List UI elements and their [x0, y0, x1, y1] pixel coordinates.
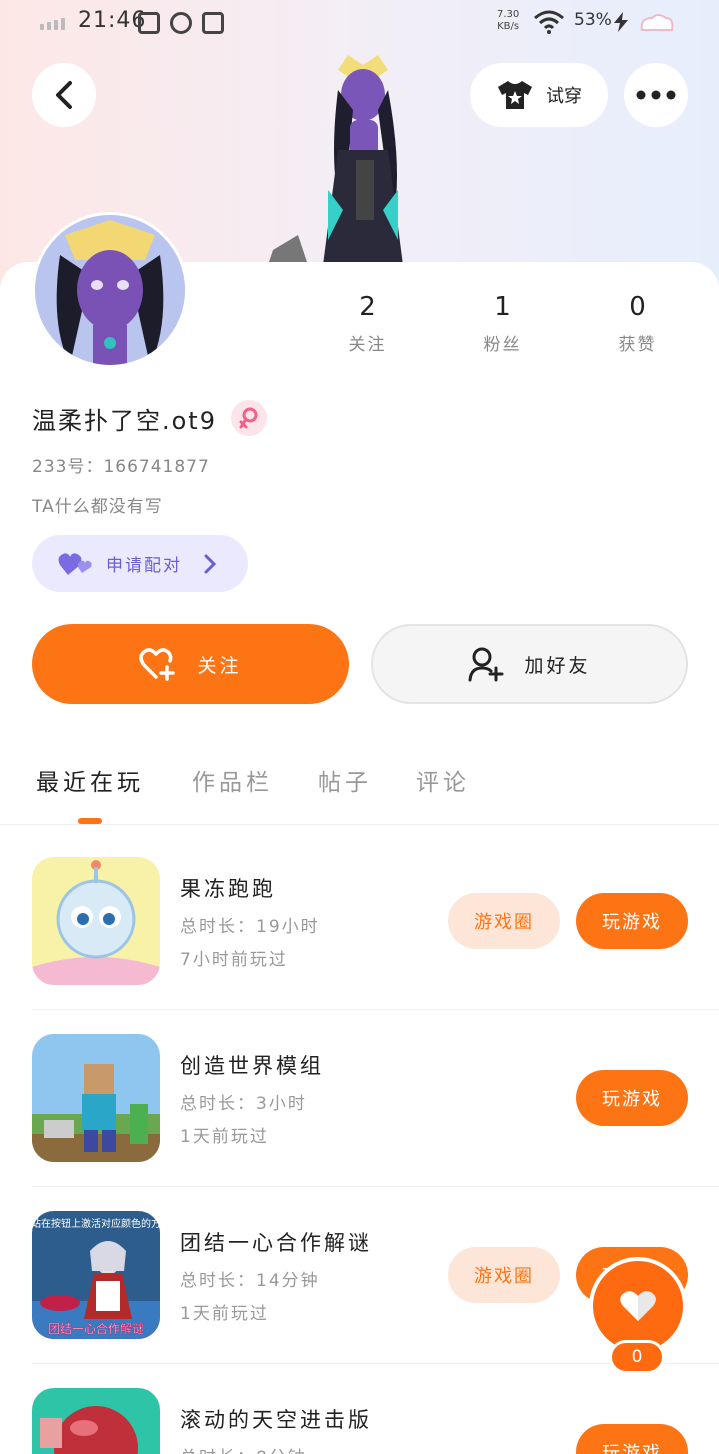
stat-value: 0 [629, 292, 646, 322]
notification-icons [138, 12, 224, 34]
stat-label: 粉丝 [483, 335, 522, 355]
tab-comments[interactable]: 评论 [416, 763, 470, 797]
divider [32, 1009, 719, 1010]
game-duration: 总时长：3小时 [180, 1094, 307, 1114]
game-last-played: 7小时前玩过 [180, 950, 288, 970]
try-on-button[interactable]: 试穿 [470, 63, 608, 127]
status-time: 21:46 [78, 8, 147, 33]
play-game-button[interactable]: 玩游戏 [576, 893, 688, 949]
more-dots-icon [636, 90, 676, 100]
game-last-played: 1天前玩过 [180, 1304, 269, 1324]
game-icon[interactable] [32, 857, 160, 985]
game-title: 滚动的天空进击版 [180, 1408, 372, 1432]
stat-followers[interactable]: 1 粉丝 [435, 292, 570, 355]
stat-label: 获赞 [618, 335, 657, 355]
status-bar: 21:46 7.30 KB/s 53% [0, 0, 719, 46]
list-item[interactable]: 站在按钮上激活对应颜色的方 团结一心合作解谜 团结一心合作解谜 总时长：14分钟… [32, 1211, 688, 1339]
game-duration: 总时长：14分钟 [180, 1271, 320, 1291]
game-icon[interactable] [32, 1388, 160, 1454]
username-row: 温柔扑了空.ot9 [32, 400, 267, 436]
list-item[interactable]: 创造世界模组 总时长：3小时 1天前玩过 玩游戏 [32, 1034, 688, 1162]
wifi-icon [534, 10, 564, 34]
game-circle-button[interactable]: 游戏圈 [448, 1247, 560, 1303]
charging-icon [614, 12, 628, 32]
signal-icon [40, 18, 65, 30]
follow-button[interactable]: 关注 [32, 624, 349, 704]
more-button[interactable] [624, 63, 688, 127]
heart-plus-icon [139, 648, 176, 681]
game-icon-caption-top: 站在按钮上激活对应颜色的方 [32, 1217, 160, 1230]
purple-hearts-icon [58, 552, 92, 575]
username: 温柔扑了空.ot9 [32, 406, 217, 435]
game-last-played: 1天前玩过 [180, 1127, 269, 1147]
chevron-left-icon [56, 81, 72, 109]
avatar[interactable] [32, 212, 188, 368]
stat-value: 1 [494, 292, 511, 322]
game-icon[interactable]: 站在按钮上激活对应颜色的方 团结一心合作解谜 [32, 1211, 160, 1339]
add-friend-button[interactable]: 加好友 [371, 624, 688, 704]
game-circle-button[interactable]: 游戏圈 [448, 893, 560, 949]
heart-icon [620, 1291, 656, 1321]
request-pair-button[interactable]: 申请配对 [32, 535, 248, 592]
tab-posts[interactable]: 帖子 [318, 763, 372, 797]
active-tab-indicator [78, 818, 102, 824]
game-title: 创造世界模组 [180, 1054, 324, 1078]
chevron-right-icon [204, 554, 216, 573]
game-title: 团结一心合作解谜 [180, 1231, 372, 1255]
play-game-button[interactable]: 玩游戏 [576, 1424, 688, 1454]
add-user-icon [468, 647, 504, 682]
profile-tabs: 最近在玩 作品栏 帖子 评论 [0, 745, 719, 825]
app-notification-icon [138, 12, 160, 34]
game-icon[interactable] [32, 1034, 160, 1162]
back-button[interactable] [32, 63, 96, 127]
request-pair-label: 申请配对 [106, 556, 182, 576]
stat-following[interactable]: 2 关注 [300, 292, 435, 355]
game-duration: 总时长：19小时 [180, 917, 320, 937]
add-friend-label: 加好友 [524, 654, 591, 677]
like-count: 0 [609, 1340, 665, 1374]
network-speed: 7.30 KB/s [497, 9, 519, 33]
avatar-image [35, 215, 185, 365]
stat-label: 关注 [348, 335, 387, 355]
user-id: 233号：166741877 [32, 457, 210, 477]
avatar-figure-image [268, 55, 403, 265]
battery-level: 53% [574, 10, 612, 30]
play-game-button[interactable]: 玩游戏 [576, 1070, 688, 1126]
network-speed-unit: KB/s [497, 21, 520, 32]
list-item[interactable]: 果冻跑跑 总时长：19小时 7小时前玩过 游戏圈 玩游戏 [32, 857, 688, 985]
stat-likes[interactable]: 0 获赞 [570, 292, 705, 355]
game-title: 果冻跑跑 [180, 877, 276, 901]
tab-works[interactable]: 作品栏 [192, 763, 273, 797]
tab-recently-played[interactable]: 最近在玩 [36, 763, 144, 797]
stat-value: 2 [359, 292, 376, 322]
profile-stats: 2 关注 1 粉丝 0 获赞 [300, 292, 719, 355]
play-notification-icon [170, 12, 192, 34]
female-gender-icon [231, 400, 267, 436]
list-item[interactable]: 滚动的天空进击版 总时长：8分钟 玩游戏 [32, 1388, 688, 1454]
network-speed-value: 7.30 [497, 9, 520, 20]
try-on-label: 试穿 [546, 86, 582, 107]
user-bio: TA什么都没有写 [32, 497, 163, 517]
divider [32, 1186, 719, 1187]
follow-label: 关注 [197, 654, 242, 677]
game-icon-caption-bottom: 团结一心合作解谜 [48, 1321, 144, 1336]
game-duration: 总时长：8分钟 [180, 1443, 307, 1454]
weather-icon [640, 14, 674, 31]
tshirt-icon [498, 81, 532, 109]
music-notification-icon [202, 12, 224, 34]
